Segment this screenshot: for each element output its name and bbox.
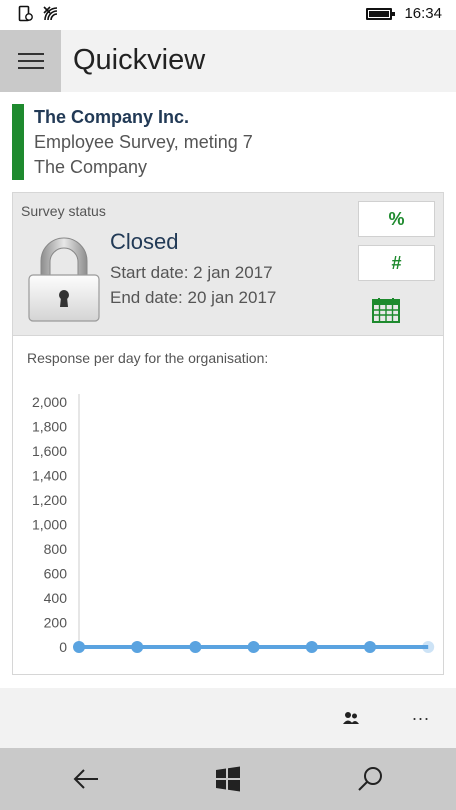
people-icon[interactable] (342, 710, 360, 726)
y-tick-label: 1,600 (32, 443, 67, 459)
windows-logo-icon[interactable] (214, 765, 242, 793)
more-button[interactable]: ... (412, 704, 430, 725)
wifi-icon (43, 6, 58, 21)
data-point (73, 641, 85, 653)
company-accent-bar (12, 104, 24, 180)
survey-status-panel: Survey status Closed Start date: 2 jan 2… (12, 192, 444, 336)
page-title: Quickview (73, 44, 206, 76)
number-button[interactable]: # (358, 245, 435, 281)
survey-status-label: Survey status (21, 203, 106, 219)
data-point (247, 641, 260, 653)
percent-button[interactable]: % (358, 201, 435, 237)
data-point (189, 641, 202, 653)
organisation-name: The Company (34, 157, 148, 177)
y-tick-label: 400 (44, 590, 68, 606)
survey-name: Employee Survey, meting 7 (34, 132, 253, 152)
screen-rotation-icon (18, 5, 33, 22)
navigation-bar (0, 748, 456, 810)
response-chart: 2,000 1,800 1,600 1,400 1,200 1,000 800 600 400 2… (32, 394, 435, 655)
command-bar: ... (0, 688, 456, 748)
y-tick-label: 1,800 (32, 419, 67, 435)
data-point (305, 641, 318, 653)
company-info[interactable]: The Company Inc. Employee Survey, meting… (12, 104, 444, 180)
y-tick-label: 2,000 (32, 394, 67, 410)
battery-icon (366, 7, 396, 20)
company-name: The Company Inc. (34, 107, 190, 127)
status-bar: 16:34 (0, 0, 456, 30)
clock: 16:34 (404, 5, 442, 22)
calendar-icon[interactable] (371, 297, 401, 323)
y-tick-label: 1,000 (32, 517, 67, 533)
y-tick-label: 1,200 (32, 492, 67, 508)
y-tick-label: 200 (44, 615, 68, 631)
start-date: Start date: 2 jan 2017 (110, 263, 273, 282)
survey-state: Closed (110, 229, 179, 254)
back-arrow-icon[interactable] (72, 765, 100, 793)
app-bar: Quickview (0, 30, 456, 92)
data-point (364, 641, 376, 653)
search-icon[interactable] (356, 765, 384, 793)
y-tick-label: 600 (44, 566, 68, 582)
end-date: End date: 20 jan 2017 (110, 288, 277, 307)
response-chart-card: Response per day for the organisation: 2… (12, 336, 444, 675)
y-tick-label: 0 (59, 639, 67, 655)
data-point (131, 641, 144, 653)
data-point (422, 641, 435, 653)
y-tick-label: 800 (44, 541, 68, 557)
y-tick-label: 1,400 (32, 468, 67, 484)
hamburger-icon[interactable] (0, 30, 61, 92)
lock-icon (28, 237, 100, 322)
